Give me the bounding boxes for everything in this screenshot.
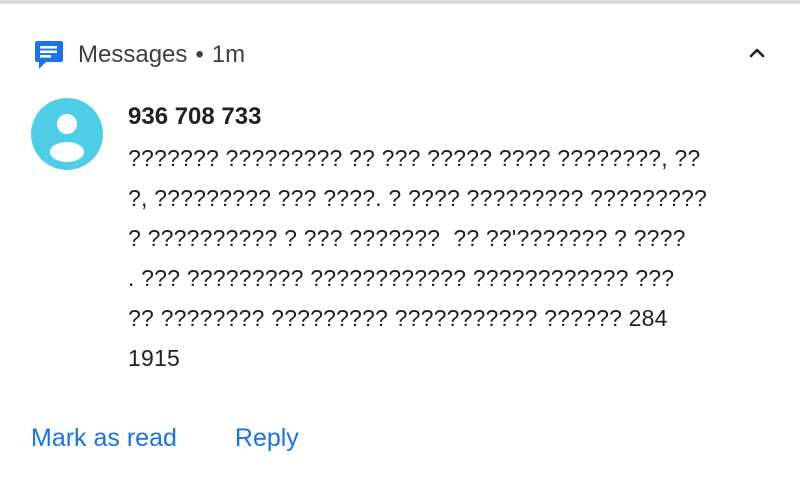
message-line: 1915 [128, 345, 180, 371]
app-name: Messages [78, 41, 188, 68]
person-avatar-icon [31, 114, 103, 170]
notification-time: 1m [211, 41, 246, 68]
reply-button[interactable]: Reply [235, 418, 299, 458]
message-line: ?, ????????? ??? ????. ? ???? ????????? … [128, 185, 707, 211]
message-line: . ??? ????????? ???????????? ???????????… [128, 265, 675, 291]
collapse-button[interactable] [742, 40, 772, 70]
top-divider [0, 0, 800, 4]
notification-header: Messages • 1m [34, 40, 245, 70]
message-body: ??????? ????????? ?? ??? ????? ???? ????… [128, 138, 773, 378]
message-line: ??????? ????????? ?? ??? ????? ???? ????… [128, 145, 701, 171]
chevron-up-icon [749, 46, 765, 64]
notification-actions: Mark as read Reply [31, 418, 299, 458]
message-line: ?? ???????? ????????? ??????????? ??????… [128, 305, 668, 331]
sender-name: 936 708 733 [128, 103, 262, 130]
message-line: ? ?????????? ? ??? ??????? ?? ??'???????… [128, 225, 686, 251]
header-separator: • [195, 41, 204, 68]
messages-app-icon [34, 40, 66, 70]
avatar [31, 98, 103, 170]
mark-as-read-button[interactable]: Mark as read [31, 418, 177, 458]
